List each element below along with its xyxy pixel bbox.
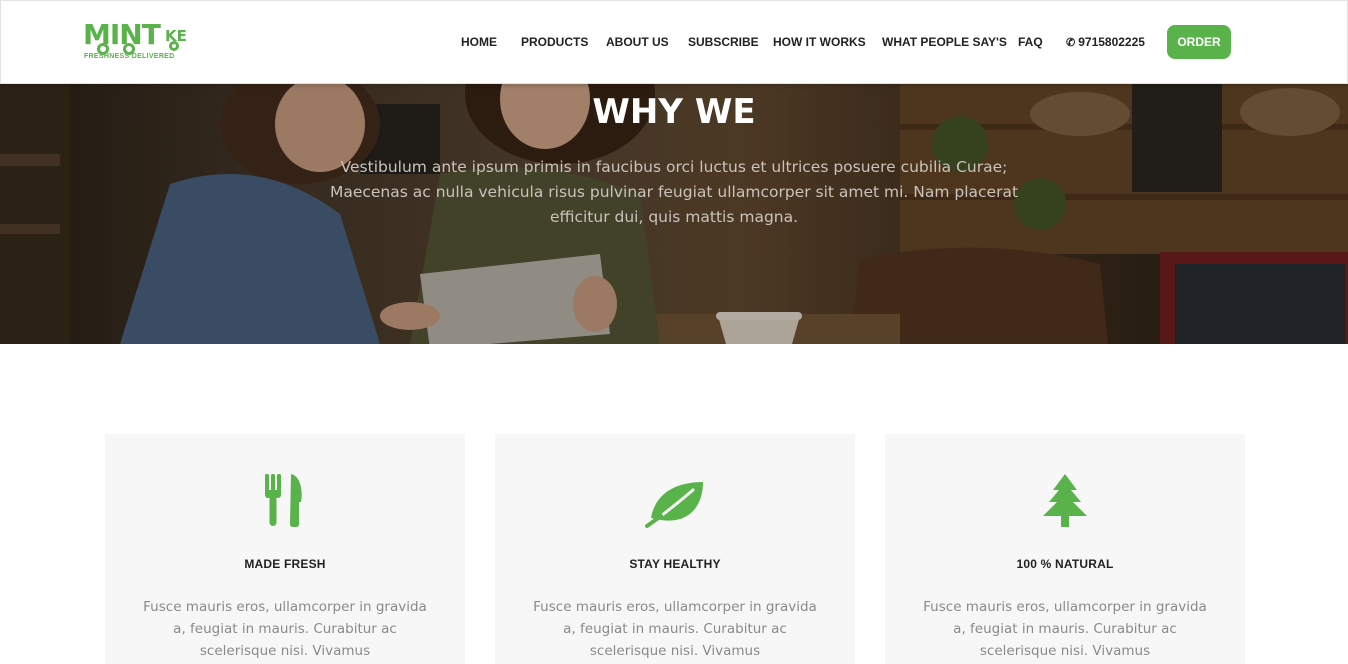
nav-faq[interactable]: FAQ xyxy=(1018,35,1043,49)
hero-description: Vestibulum ante ipsum primis in faucibus… xyxy=(329,158,1019,226)
phone-icon: ✆ xyxy=(1066,37,1076,49)
tree-icon xyxy=(1043,474,1087,527)
fork-knife-icon xyxy=(265,474,302,527)
nav-phone-link[interactable]: ✆ 9715802225 xyxy=(1066,35,1145,50)
feature-description: Fusce mauris eros, ullamcorper in gravid… xyxy=(143,599,427,659)
feature-description: Fusce mauris eros, ullamcorper in gravid… xyxy=(923,599,1207,659)
order-button[interactable]: ORDER xyxy=(1167,25,1231,59)
feature-title: MADE FRESH xyxy=(244,557,326,571)
nav-about-us[interactable]: ABOUT US xyxy=(606,35,669,49)
nav-how-it-works[interactable]: HOW IT WORKS xyxy=(773,35,866,49)
hero-title: WHY WE xyxy=(0,92,1348,132)
feature-description: Fusce mauris eros, ullamcorper in gravid… xyxy=(533,599,817,659)
feature-title: 100 % NATURAL xyxy=(1016,557,1114,571)
phone-number: 9715802225 xyxy=(1078,35,1145,49)
hero-title-light: WHY xyxy=(592,92,683,132)
top-navbar: MINT KE FRESHNESS DELIVERED HOME PRODUCT… xyxy=(0,0,1348,84)
feature-title: STAY HEALTHY xyxy=(629,557,721,571)
feature-card-natural: 100 % NATURAL Fusce mauris eros, ullamco… xyxy=(885,434,1245,664)
nav-home[interactable]: HOME xyxy=(461,35,497,49)
leaf-icon xyxy=(645,482,703,528)
nav-products[interactable]: PRODUCTS xyxy=(521,35,588,49)
logo-tagline: FRESHNESS DELIVERED xyxy=(84,53,175,60)
nav-what-people-say[interactable]: WHAT PEOPLE SAY'S xyxy=(882,35,1007,49)
hero-title-bold: WE xyxy=(694,92,756,132)
nav-subscribe[interactable]: SUBSCRIBE xyxy=(688,35,759,49)
brand-logo[interactable]: MINT KE FRESHNESS DELIVERED xyxy=(83,21,195,63)
feature-card-made-fresh: MADE FRESH Fusce mauris eros, ullamcorpe… xyxy=(105,434,465,664)
why-we-hero: WHY WE Vestibulum ante ipsum primis in f… xyxy=(0,84,1348,344)
feature-card-stay-healthy: STAY HEALTHY Fusce mauris eros, ullamcor… xyxy=(495,434,855,664)
logo-ring-icon xyxy=(169,41,179,51)
logo-wordmark: MINT xyxy=(83,18,161,51)
